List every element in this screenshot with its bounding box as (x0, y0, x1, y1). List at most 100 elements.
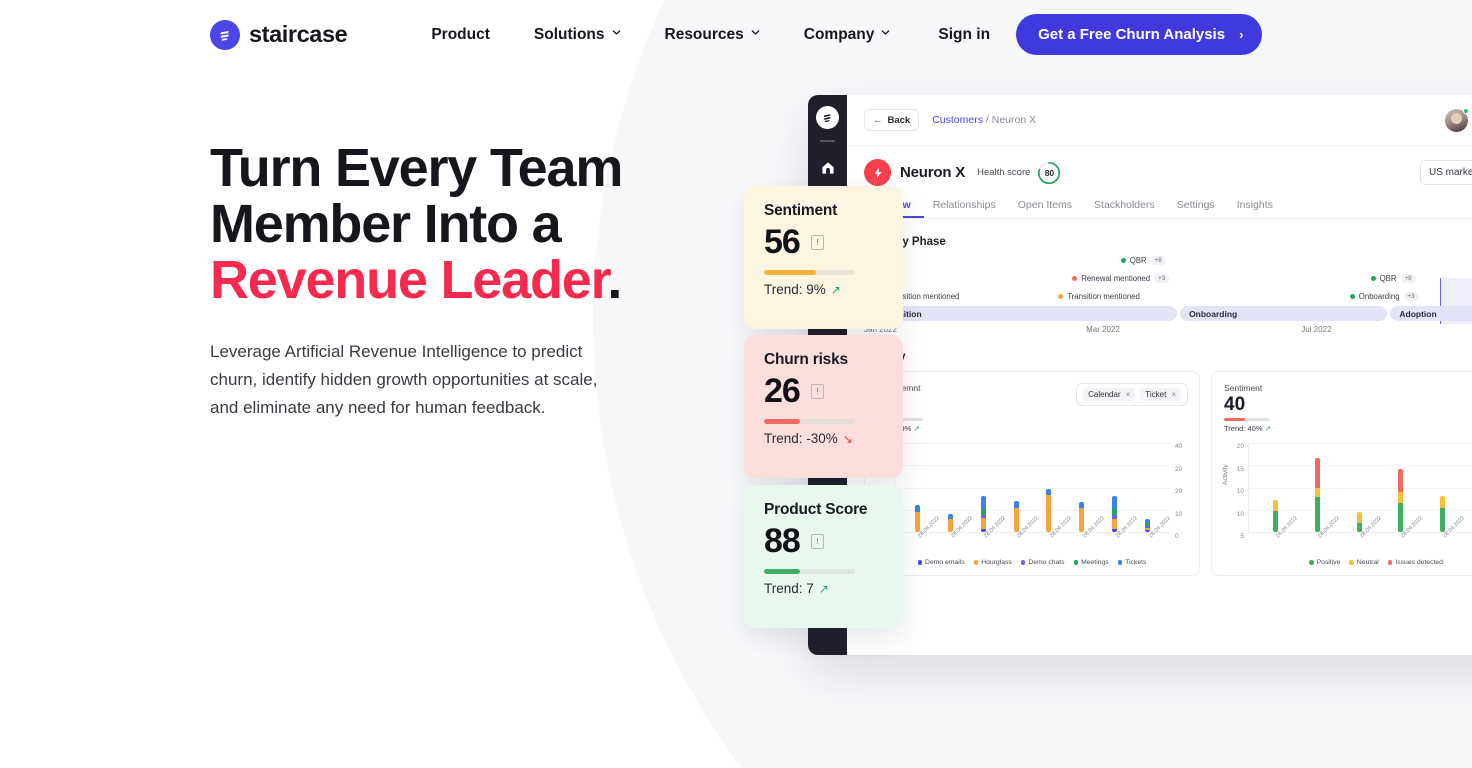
chart-bar[interactable] (947, 514, 953, 532)
metric-value: 56 (764, 223, 801, 261)
metric-value: 26 (764, 372, 801, 410)
close-icon[interactable]: × (1171, 390, 1176, 399)
metric-value: 88 (764, 522, 801, 560)
close-icon[interactable]: × (1126, 390, 1131, 399)
timeline-event[interactable]: QBR +8 (1370, 274, 1416, 284)
staircase-logo-icon[interactable] (816, 106, 839, 129)
legend-color-dot (1073, 560, 1079, 565)
page-title: Turn Every Team Member Into a Revenue Le… (210, 140, 670, 308)
tab-relationships[interactable]: Relationships (933, 199, 1009, 218)
metric-card-sentiment[interactable]: Sentiment 56 ! Trend: 9% ↗ (744, 186, 903, 329)
metric-card-product-score[interactable]: Product Score 88 ! Trend: 7 ↗ (744, 485, 903, 628)
chip-calendar[interactable]: Calendar × (1083, 388, 1136, 401)
market-sector-select[interactable]: US market sector (1420, 160, 1472, 185)
metric-title: Churn risks (764, 351, 848, 368)
metric-value-row: 56 ! (764, 223, 887, 261)
phase-segment-onboarding[interactable]: Onboarding (1180, 306, 1388, 321)
x-tick-label: 28.04.2022 (1316, 515, 1341, 540)
timeline-event[interactable]: QBR +8 (1120, 256, 1166, 266)
metric-card-churn-risks[interactable]: Churn risks 26 ! Trend: -30% ↘ (744, 335, 903, 478)
tab-open-items[interactable]: Open Items (1018, 199, 1085, 218)
chart-bar[interactable] (1013, 500, 1019, 532)
legend-item[interactable]: Demo chats (1020, 559, 1065, 566)
info-icon[interactable]: ! (810, 533, 824, 549)
x-tick-label: 28.04.2022 (1400, 515, 1425, 540)
sentiment-legend: Positive Neutral Issues detected (1224, 559, 1472, 566)
tab-settings[interactable]: Settings (1177, 199, 1228, 218)
customer-header: Neuron X Health score 80 US market secto… (847, 146, 1472, 186)
info-icon[interactable]: ! (810, 383, 824, 399)
bar-segment (1314, 458, 1320, 488)
legend-item[interactable]: Issues detected (1387, 559, 1443, 566)
health-score-label: Health score (977, 167, 1031, 178)
tab-insights[interactable]: Insights (1237, 199, 1286, 218)
timeline-event[interactable]: Renewal mentioned +3 (1072, 274, 1170, 284)
y-axis-title: Activity (1222, 464, 1229, 485)
dashboard-topbar: ← Back Customers / Neuron X (847, 95, 1472, 146)
get-free-churn-analysis-button[interactable]: Get a Free Churn Analysis › (1016, 14, 1263, 55)
nav-item-resources[interactable]: Resources (643, 26, 782, 44)
bar-segment (1013, 500, 1019, 508)
y-tick-label: 10 (1236, 488, 1244, 495)
bar-segment (1439, 496, 1445, 508)
trend-text: Trend: 40% (1224, 424, 1263, 433)
chart-bar[interactable] (1079, 501, 1085, 532)
phase-segment-adoption[interactable]: Adoption (1390, 306, 1472, 321)
event-label: Onboarding (1358, 292, 1400, 302)
topbar-right-group: Acme Inc (1445, 107, 1472, 132)
legend-color-dot (917, 560, 923, 565)
chip-ticket[interactable]: Ticket × (1140, 388, 1181, 401)
home-icon[interactable] (818, 158, 837, 177)
bar-segment (1439, 507, 1445, 532)
breadcrumb-customers-link[interactable]: Customers (932, 114, 983, 126)
legend-item[interactable]: Demo emails (917, 559, 965, 566)
bar-segment (1398, 502, 1404, 532)
back-button[interactable]: ← Back (864, 109, 920, 131)
nav-item-company[interactable]: Company (782, 26, 913, 44)
sentiment-trend: Trend: 40% ↗ (1224, 424, 1472, 433)
legend-item[interactable]: Meetings (1073, 559, 1109, 566)
event-label: QBR (1379, 274, 1397, 284)
chart-bar[interactable] (1356, 512, 1362, 532)
chart-bar[interactable] (1398, 468, 1404, 532)
legend-label: Demo emails (925, 559, 965, 566)
brand-logo[interactable]: staircase (210, 19, 348, 50)
legend-item[interactable]: Positive (1309, 559, 1340, 566)
legend-item[interactable]: Tickets (1117, 559, 1146, 566)
nav-item-product[interactable]: Product (409, 26, 512, 44)
chart-bar[interactable] (1314, 458, 1320, 532)
bar-segment (914, 505, 920, 513)
lightning-bolt-icon (864, 159, 891, 186)
chart-bar[interactable] (1273, 499, 1279, 532)
x-tick-label: 28.04.2022 (1274, 515, 1299, 540)
avatar[interactable] (1445, 107, 1470, 132)
staircase-logo-icon (210, 19, 240, 50)
chart-bar[interactable] (1145, 518, 1151, 532)
chart-bar[interactable] (1112, 496, 1118, 532)
chart-bar[interactable] (914, 505, 920, 532)
hero-title-accent: Revenue Leader (210, 250, 609, 310)
info-icon[interactable]: ! (810, 234, 824, 250)
legend-item[interactable]: Hourglass (973, 559, 1012, 566)
phase-segment-acquisition[interactable]: Acquasition (864, 306, 1178, 321)
timeline-event[interactable]: Onboarding +3 (1349, 292, 1419, 302)
sign-in-link[interactable]: Sign in (912, 26, 1016, 44)
x-axis-labels: 28.04.2022 28.04.2022 28.04.2022 28.04.2022… (1248, 515, 1472, 555)
axis-tick-label: Jul 2022 (1301, 325, 1332, 334)
trend-label: Trend: 9% (764, 282, 826, 297)
x-tick-label: 28.04.2022 (1048, 515, 1073, 540)
legend-item[interactable]: Neutral (1349, 559, 1379, 566)
chart-bar[interactable] (1046, 489, 1052, 532)
sentiment-plot: Activity 20 15 10 10 5 28.04.2022 28.04.2022 2… (1222, 443, 1472, 555)
health-score-value: 80 (1044, 167, 1055, 178)
chart-bar[interactable] (1439, 496, 1445, 532)
event-dot-icon (1349, 294, 1355, 300)
event-count-badge: +8 (1400, 274, 1416, 284)
nav-item-solutions[interactable]: Solutions (512, 26, 643, 44)
chart-bar[interactable] (980, 496, 986, 532)
tab-stackholders[interactable]: Stackholders (1094, 199, 1168, 218)
trend-up-arrow-icon: ↗ (913, 424, 920, 433)
nav-item-label: Company (803, 25, 875, 43)
metric-value-row: 88 ! (764, 522, 887, 560)
timeline-event[interactable]: Transition mentioned (1058, 292, 1140, 301)
